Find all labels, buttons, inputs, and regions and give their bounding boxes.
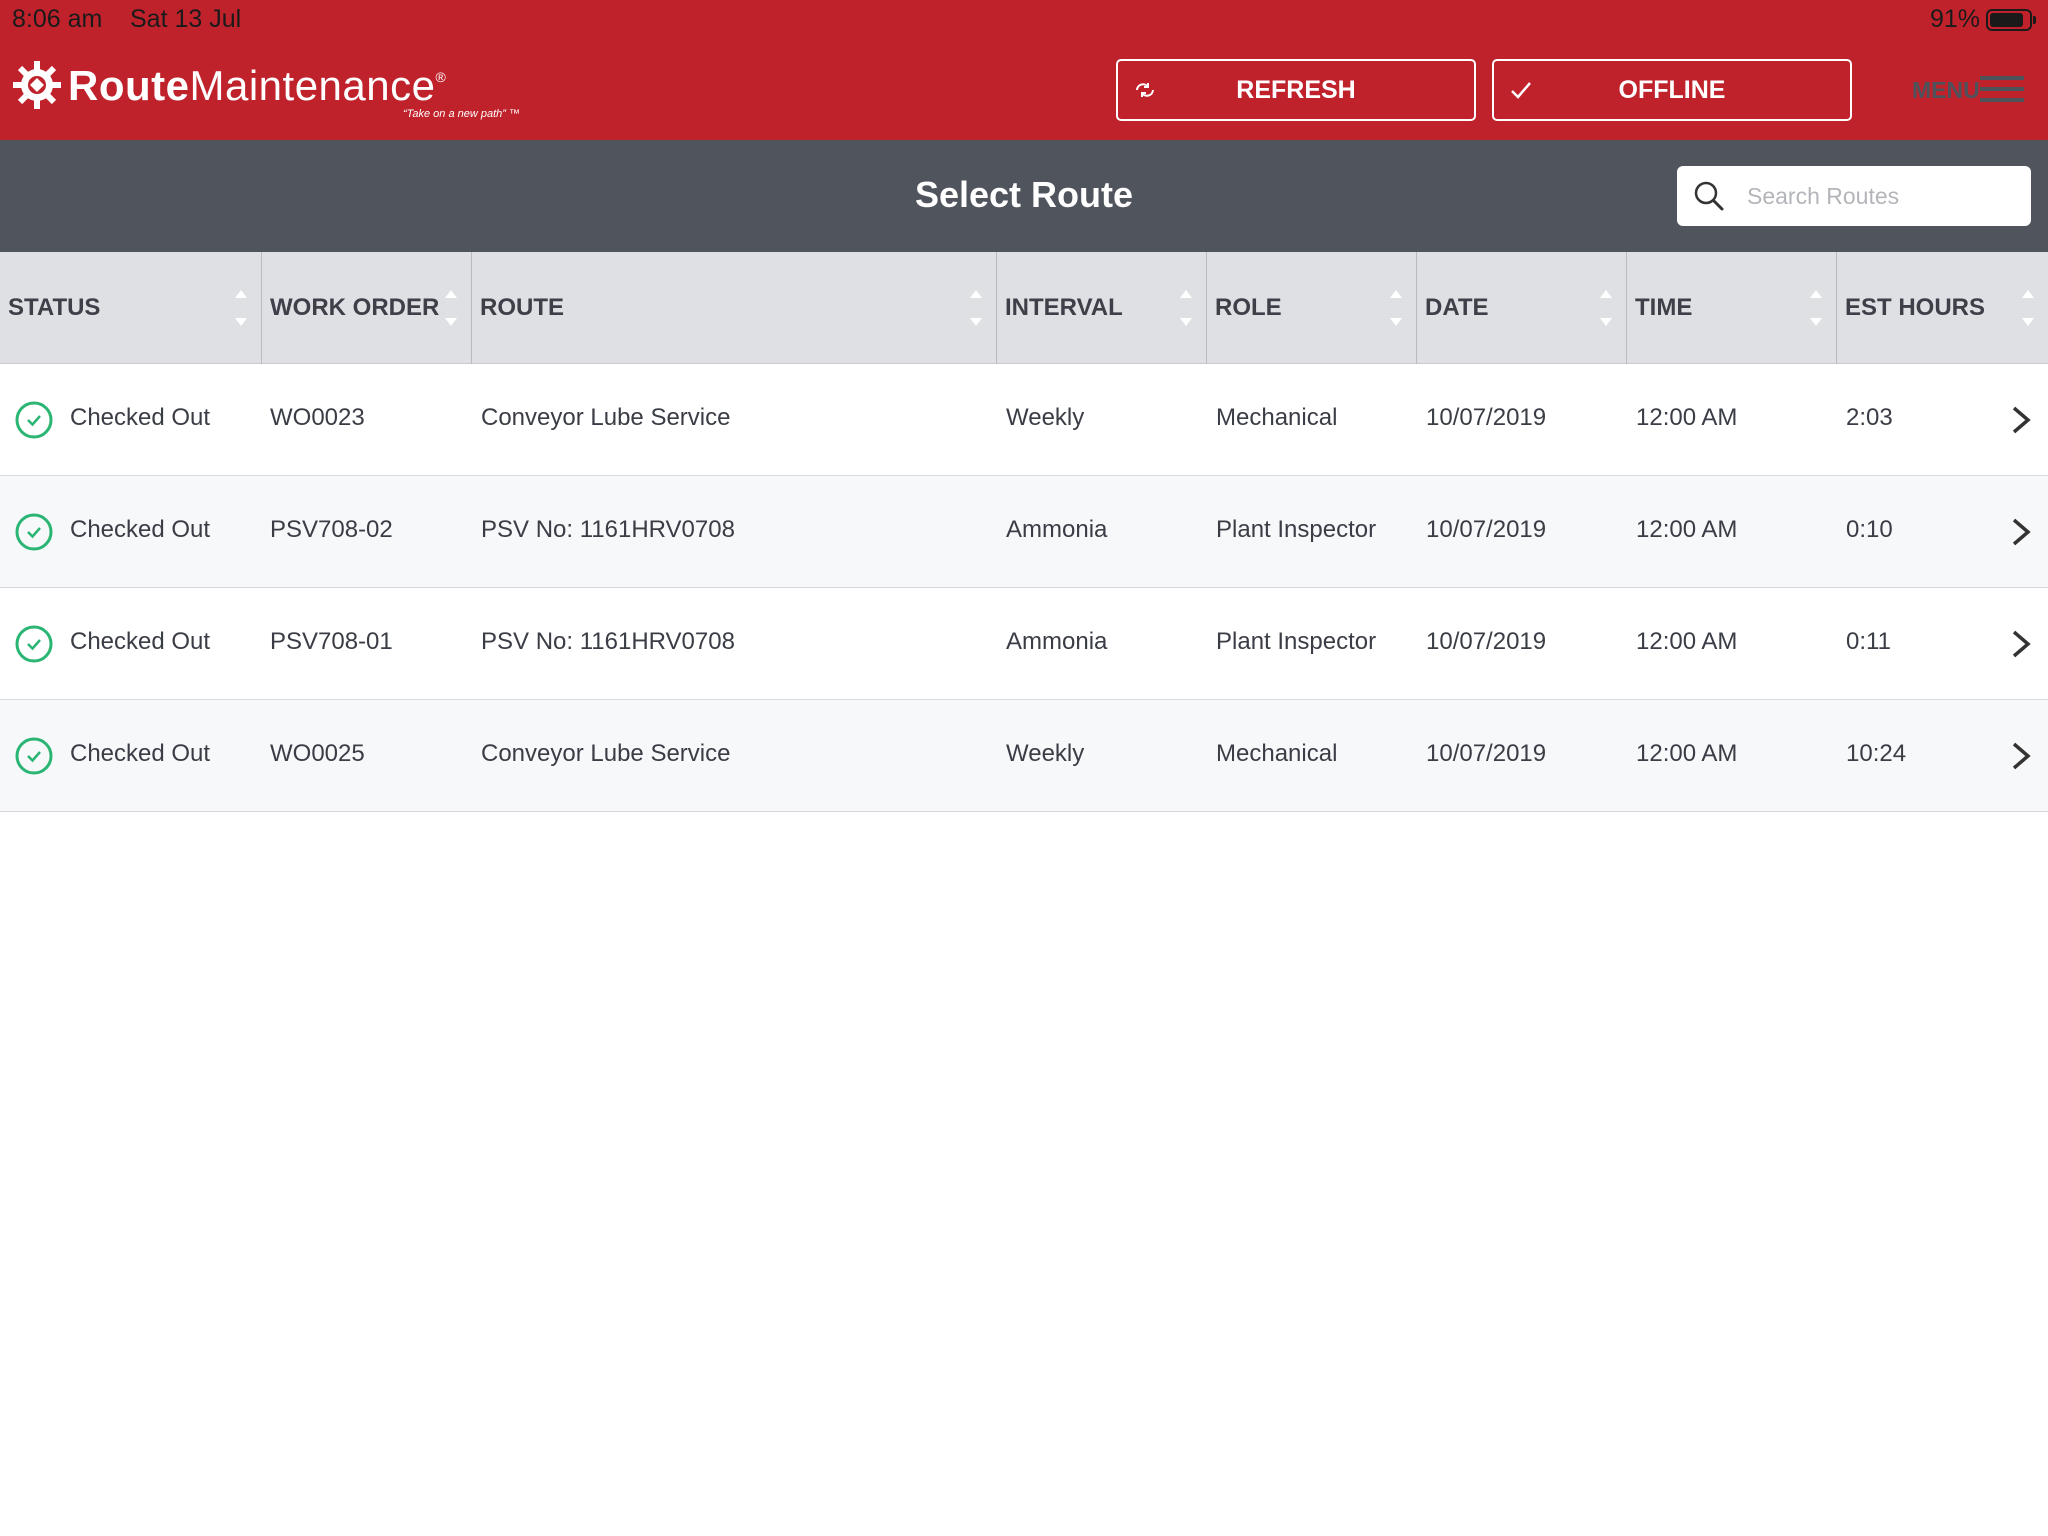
column-header-status[interactable]: STATUS bbox=[0, 252, 262, 364]
search-box[interactable] bbox=[1677, 166, 2031, 226]
work-order-cell: PSV708-02 bbox=[270, 516, 393, 543]
refresh-label: REFRESH bbox=[1236, 76, 1356, 104]
offline-label: OFFLINE bbox=[1618, 76, 1726, 104]
route-cell: Conveyor Lube Service bbox=[481, 740, 731, 767]
time-cell: 12:00 AM bbox=[1636, 516, 1738, 543]
check-circle-icon bbox=[15, 625, 53, 663]
interval-cell: Weekly bbox=[1006, 404, 1085, 431]
sort-arrows-icon[interactable] bbox=[1808, 286, 1824, 330]
gear-logo-icon bbox=[13, 61, 61, 109]
interval-cell: Ammonia bbox=[1006, 516, 1108, 543]
sort-arrows-icon[interactable] bbox=[443, 286, 459, 330]
sort-arrows-icon[interactable] bbox=[1598, 286, 1614, 330]
time-cell: 12:00 AM bbox=[1636, 628, 1738, 655]
work-order-cell: PSV708-01 bbox=[270, 628, 393, 655]
chevron-right-icon[interactable] bbox=[2010, 628, 2032, 660]
search-icon bbox=[1694, 181, 1724, 211]
table-row[interactable]: Checked Out PSV708-01 PSV No: 1161HRV070… bbox=[0, 588, 2048, 700]
check-icon bbox=[1511, 82, 1531, 99]
brand-name: RouteMaintenance® bbox=[68, 62, 447, 109]
table-row[interactable]: Checked Out PSV708-02 PSV No: 1161HRV070… bbox=[0, 476, 2048, 588]
time-cell: 12:00 AM bbox=[1636, 404, 1738, 431]
check-circle-icon bbox=[15, 513, 53, 551]
est-hours-cell: 0:10 bbox=[1846, 516, 1893, 543]
role-cell: Mechanical bbox=[1216, 404, 1338, 431]
status-date: Sat 13 Jul bbox=[130, 5, 242, 33]
chevron-right-icon[interactable] bbox=[2010, 404, 2032, 436]
role-cell: Plant Inspector bbox=[1216, 628, 1377, 655]
est-hours-cell: 0:11 bbox=[1846, 628, 1891, 655]
route-cell: Conveyor Lube Service bbox=[481, 404, 731, 431]
status-text: Checked Out bbox=[70, 516, 211, 543]
table-row[interactable]: Checked Out WO0023 Conveyor Lube Service… bbox=[0, 364, 2048, 476]
role-cell: Plant Inspector bbox=[1216, 516, 1377, 543]
column-header-work-order[interactable]: WORK ORDER bbox=[262, 252, 472, 364]
battery-icon bbox=[1986, 9, 2036, 31]
role-cell: Mechanical bbox=[1216, 740, 1338, 767]
hamburger-icon bbox=[1980, 76, 2024, 102]
brand-tagline: “Take on a new path” ™ bbox=[403, 108, 520, 120]
chevron-right-icon[interactable] bbox=[2010, 740, 2032, 772]
sort-arrows-icon[interactable] bbox=[1388, 286, 1404, 330]
table-row[interactable]: Checked Out WO0025 Conveyor Lube Service… bbox=[0, 700, 2048, 812]
refresh-button[interactable]: REFRESH bbox=[1116, 59, 1476, 121]
device-status-bar: 8:06 am Sat 13 Jul 91% bbox=[0, 0, 2048, 40]
column-header-route[interactable]: ROUTE bbox=[472, 252, 997, 364]
sort-arrows-icon[interactable] bbox=[1178, 286, 1194, 330]
sort-arrows-icon[interactable] bbox=[2020, 286, 2036, 330]
column-header-time[interactable]: TIME bbox=[1627, 252, 1837, 364]
date-cell: 10/07/2019 bbox=[1426, 740, 1547, 767]
date-cell: 10/07/2019 bbox=[1426, 404, 1547, 431]
date-cell: 10/07/2019 bbox=[1426, 628, 1547, 655]
title-bar: Select Route bbox=[0, 140, 2048, 252]
menu-label: MENU bbox=[1912, 77, 1980, 103]
refresh-icon bbox=[1136, 83, 1154, 97]
date-cell: 10/07/2019 bbox=[1426, 516, 1547, 543]
status-text: Checked Out bbox=[70, 740, 211, 767]
check-circle-icon bbox=[15, 737, 53, 775]
status-text: Checked Out bbox=[70, 628, 211, 655]
table-header: STATUS WORK ORDER ROUTE INTERVAL ROLE DA… bbox=[0, 252, 2048, 364]
check-circle-icon bbox=[15, 401, 53, 439]
route-cell: PSV No: 1161HRV0708 bbox=[481, 628, 735, 655]
work-order-cell: WO0023 bbox=[270, 404, 365, 431]
column-header-role[interactable]: ROLE bbox=[1207, 252, 1417, 364]
interval-cell: Ammonia bbox=[1006, 628, 1108, 655]
chevron-right-icon[interactable] bbox=[2010, 516, 2032, 548]
column-header-interval[interactable]: INTERVAL bbox=[997, 252, 1207, 364]
interval-cell: Weekly bbox=[1006, 740, 1085, 767]
status-time: 8:06 am bbox=[12, 5, 103, 33]
est-hours-cell: 10:24 bbox=[1846, 740, 1907, 767]
work-order-cell: WO0025 bbox=[270, 740, 365, 767]
time-cell: 12:00 AM bbox=[1636, 740, 1738, 767]
column-header-date[interactable]: DATE bbox=[1417, 252, 1627, 364]
sort-arrows-icon[interactable] bbox=[233, 286, 249, 330]
offline-button[interactable]: OFFLINE bbox=[1492, 59, 1852, 121]
app: 8:06 am Sat 13 Jul 91% RouteMaintenance®… bbox=[0, 0, 2048, 1536]
status-text: Checked Out bbox=[70, 404, 211, 431]
battery-percent: 91% bbox=[1930, 5, 1981, 33]
app-header: 8:06 am Sat 13 Jul 91% RouteMaintenance®… bbox=[0, 0, 2048, 140]
est-hours-cell: 2:03 bbox=[1846, 404, 1893, 431]
column-header-est-hours[interactable]: EST HOURS bbox=[1837, 252, 2048, 364]
sort-arrows-icon[interactable] bbox=[968, 286, 984, 330]
route-cell: PSV No: 1161HRV0708 bbox=[481, 516, 735, 543]
search-input[interactable] bbox=[1747, 176, 2017, 216]
